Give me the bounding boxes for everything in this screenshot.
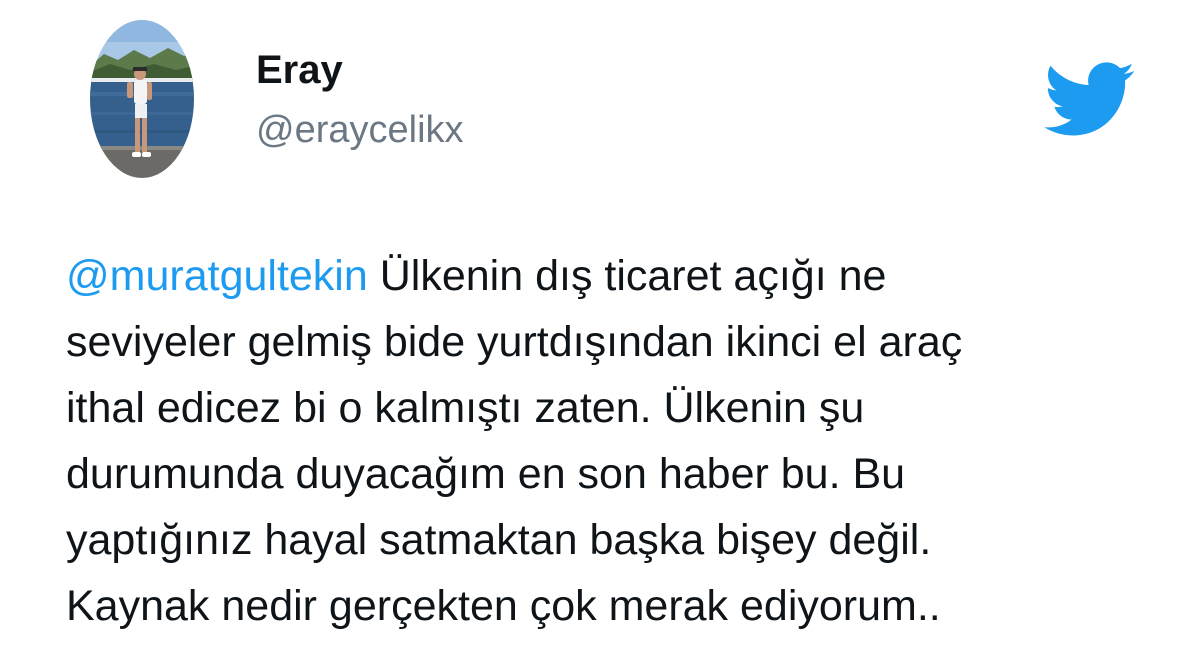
avatar-photo: [90, 20, 194, 178]
tweet-line-text: Ülkenin dış ticaret açığı ne: [367, 252, 887, 300]
tweet-line: seviyeler gelmiş bide yurtdışından ikinc…: [66, 318, 963, 366]
twitter-bird-shape: [1044, 62, 1135, 136]
author-display-name[interactable]: Eray: [256, 44, 343, 96]
author-handle[interactable]: @eraycelikx: [256, 104, 464, 156]
tweet-line: @muratgultekin Ülkenin dış ticaret açığı…: [66, 243, 1166, 309]
tweet-card: Eray @eraycelikx @muratgultekin Ülkenin …: [0, 0, 1200, 647]
avatar[interactable]: [90, 20, 194, 178]
tweet-line: yaptığınız hayal satmaktan başka bişey d…: [66, 516, 932, 564]
twitter-bird-icon[interactable]: [1044, 62, 1136, 138]
mention-link[interactable]: @muratgultekin: [66, 252, 368, 300]
tweet-line: ithal edicez bi o kalmıştı zaten. Ülkeni…: [66, 384, 865, 432]
tweet-text: @muratgultekin Ülkenin dış ticaret açığı…: [66, 243, 1166, 639]
tweet-line: durumunda duyacağım en son haber bu. Bu: [66, 450, 906, 498]
tweet-line: Kaynak nedir gerçekten çok merak ediyoru…: [66, 582, 941, 630]
